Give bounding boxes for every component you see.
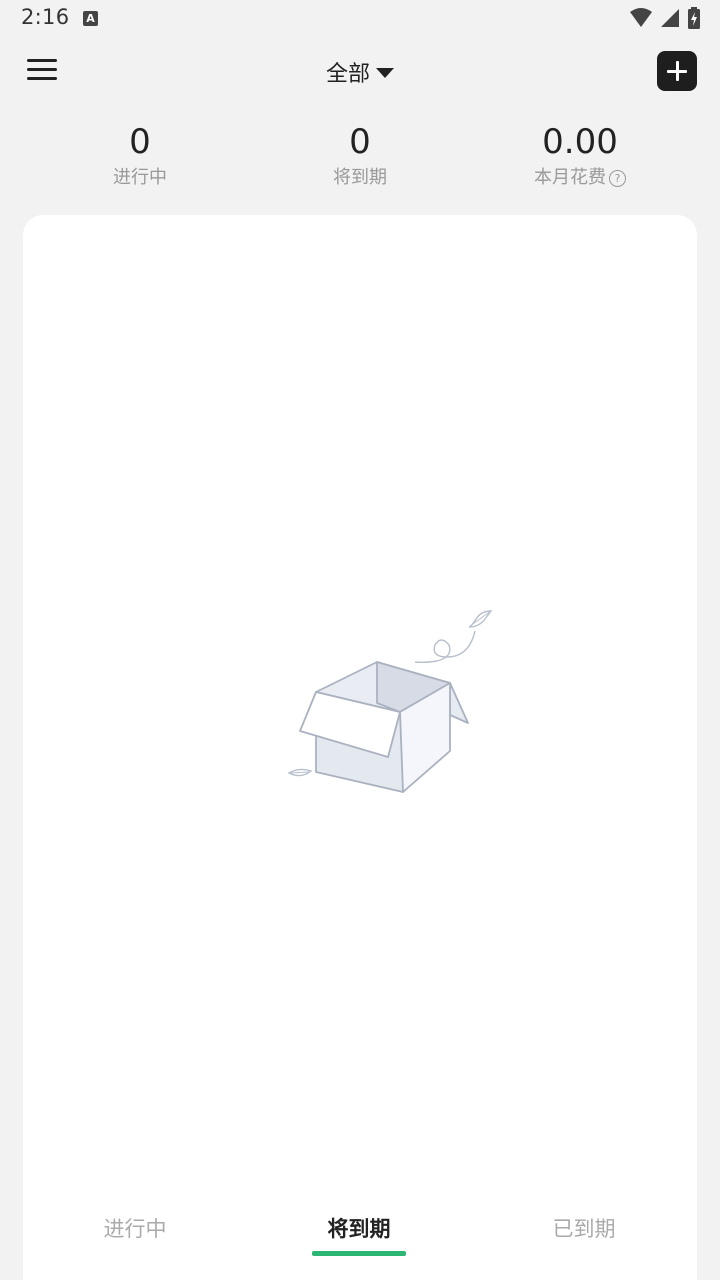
app-header: 全部 <box>0 36 720 106</box>
status-time: 2:16 <box>21 5 70 29</box>
stat-label: 进行中 <box>113 167 167 188</box>
notification-glyph: A <box>86 12 95 25</box>
stat-expiring: 0 将到期 <box>260 120 460 192</box>
menu-icon[interactable] <box>22 54 62 86</box>
bottom-tabs: 进行中 将到期 已到期 <box>23 1205 697 1280</box>
filter-dropdown[interactable]: 全部 <box>325 56 395 88</box>
cell-signal-icon <box>661 9 679 27</box>
stat-label: 本月花费 ? <box>534 164 626 192</box>
stat-label: 将到期 <box>333 167 387 188</box>
empty-box-illustration <box>287 610 493 793</box>
stat-value: 0.00 <box>542 122 618 162</box>
status-bar: 2:16 A <box>0 0 720 36</box>
status-icons <box>630 7 700 29</box>
help-icon[interactable]: ? <box>609 169 626 187</box>
stat-monthly-cost: 0.00 本月花费 ? <box>480 120 680 192</box>
battery-icon <box>688 7 700 29</box>
wifi-icon <box>630 8 652 27</box>
tab-in-progress[interactable]: 进行中 <box>55 1213 215 1243</box>
tab-expiring[interactable]: 将到期 <box>279 1213 439 1243</box>
stat-in-progress: 0 进行中 <box>40 120 240 192</box>
app-screen: 2:16 A 全部 0 进行中 0 将到期 0.00 本月花费 ? 进行中 将到… <box>0 0 720 1280</box>
content-card: 进行中 将到期 已到期 <box>23 215 697 1280</box>
active-tab-indicator <box>312 1251 406 1256</box>
add-button[interactable] <box>657 51 697 91</box>
filter-label: 全部 <box>325 62 371 87</box>
notification-icon: A <box>83 11 98 26</box>
stat-value: 0 <box>129 122 151 162</box>
caret-down-icon <box>376 68 395 78</box>
stats-summary: 0 进行中 0 将到期 0.00 本月花费 ? <box>0 120 720 200</box>
stat-value: 0 <box>349 122 371 162</box>
tab-expired[interactable]: 已到期 <box>504 1213 664 1243</box>
